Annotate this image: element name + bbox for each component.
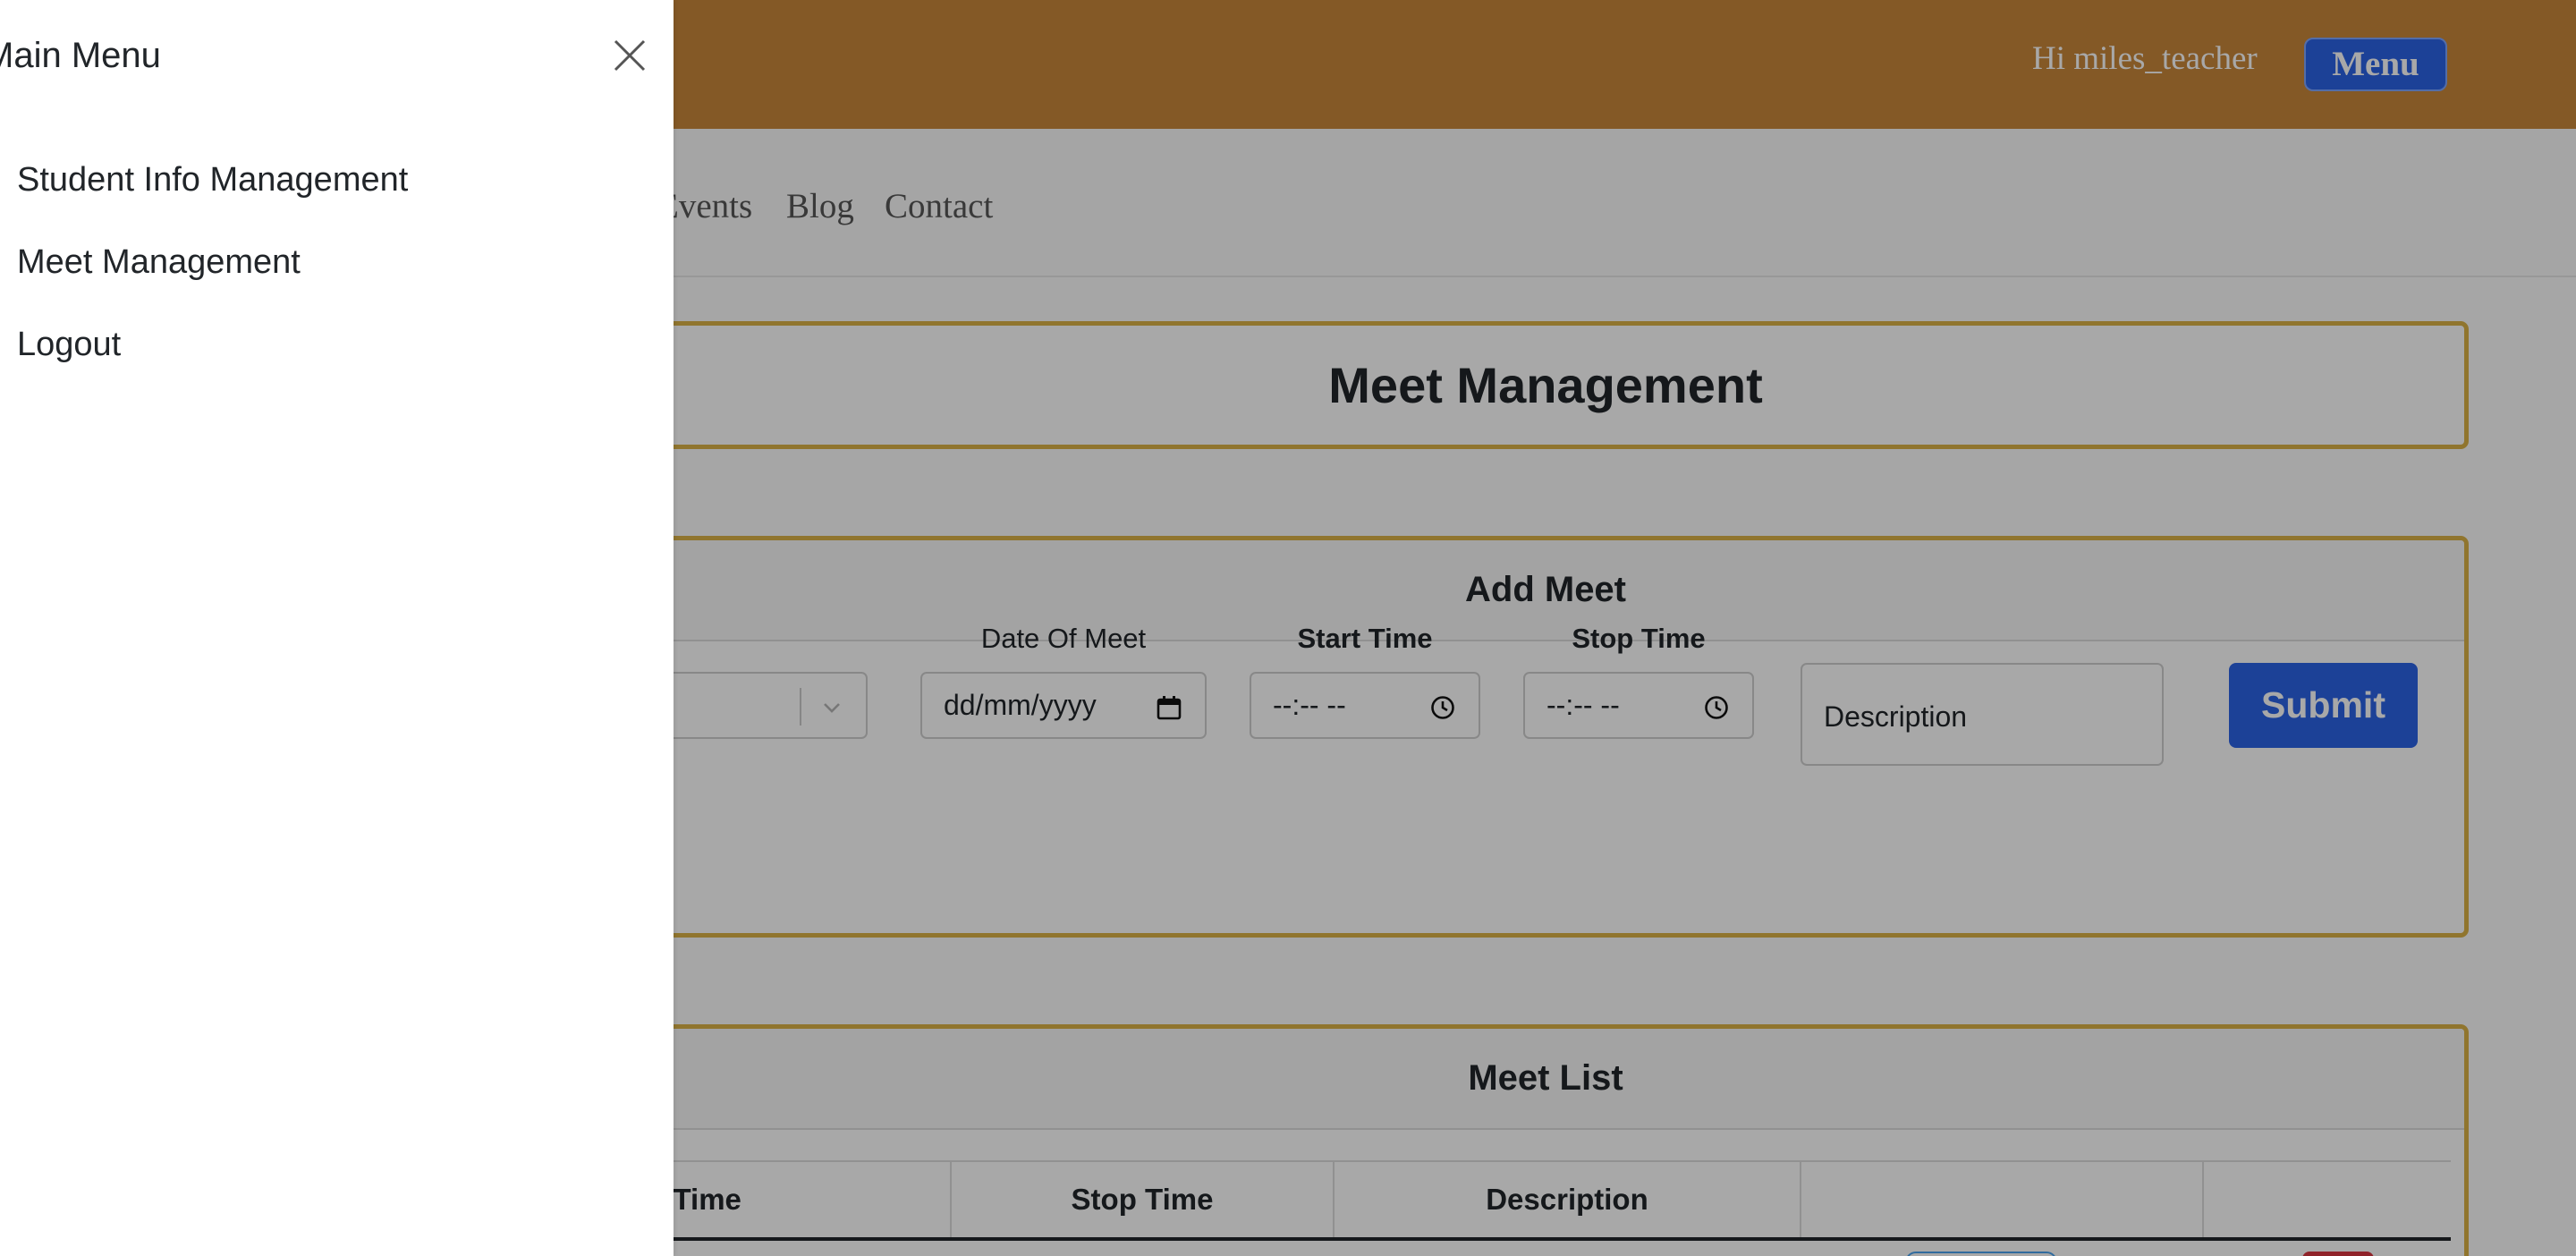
menu-item-meet-management[interactable]: Meet Management [17, 243, 301, 282]
menu-item-student-info-management[interactable]: Student Info Management [17, 161, 408, 199]
main-menu-offcanvas: Main Menu Student Info Management Meet M… [0, 0, 674, 1256]
offcanvas-title: Main Menu [0, 36, 161, 75]
close-icon [614, 39, 646, 72]
close-button[interactable] [605, 32, 655, 79]
page: Hi miles_teacher Menu Events Blog Contac… [0, 0, 2576, 1256]
menu-item-logout[interactable]: Logout [17, 326, 121, 364]
